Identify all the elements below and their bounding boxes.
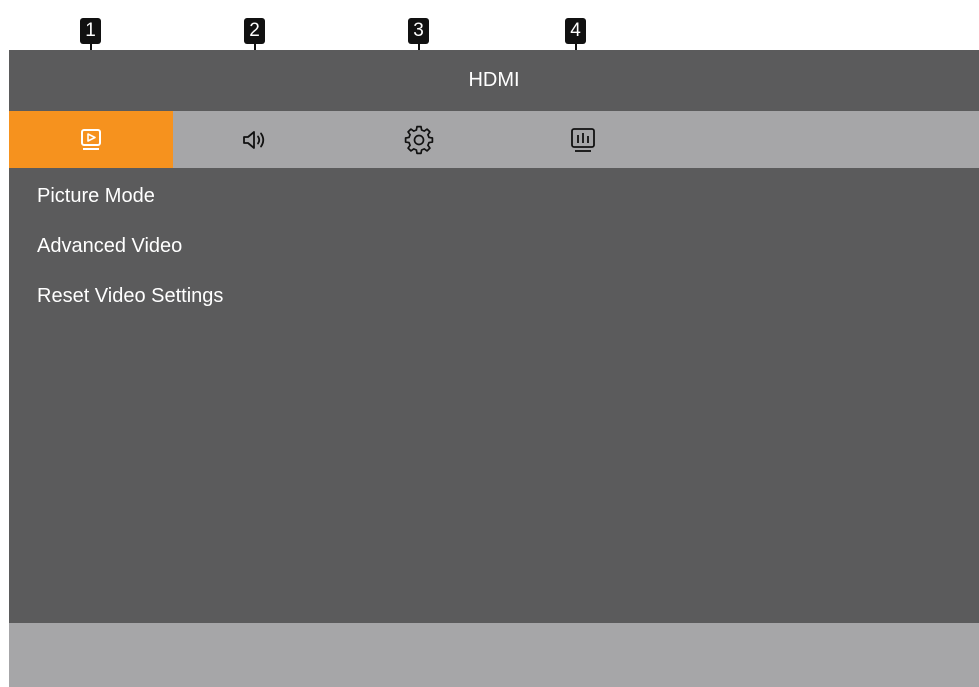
footer-bar — [9, 623, 979, 687]
osd-menu: HDMI Picture Mode Advanced Video Reset V… — [9, 50, 979, 687]
menu-item-advanced-video[interactable]: Advanced Video — [37, 234, 182, 258]
menu-item-picture-mode[interactable]: Picture Mode — [37, 184, 155, 208]
tab-bar — [9, 111, 979, 168]
display-info-icon — [568, 125, 598, 155]
page: 1 2 3 4 HDMI Picture Mode Advanced Video… — [0, 0, 979, 687]
menu-item-reset-video-settings[interactable]: Reset Video Settings — [37, 284, 223, 308]
callout-2: 2 — [244, 18, 265, 44]
tab-picture[interactable] — [9, 111, 173, 168]
menu-content: Picture Mode Advanced Video Reset Video … — [9, 168, 979, 623]
tab-info[interactable] — [501, 111, 665, 168]
title-bar: HDMI — [9, 50, 979, 111]
callout-3: 3 — [408, 18, 429, 44]
speaker-icon — [240, 127, 270, 153]
tab-setup[interactable] — [337, 111, 501, 168]
source-title: HDMI — [468, 69, 520, 91]
callout-1: 1 — [80, 18, 101, 44]
picture-icon — [78, 127, 104, 153]
callout-4: 4 — [565, 18, 586, 44]
gear-icon — [404, 125, 434, 155]
tab-audio[interactable] — [173, 111, 337, 168]
